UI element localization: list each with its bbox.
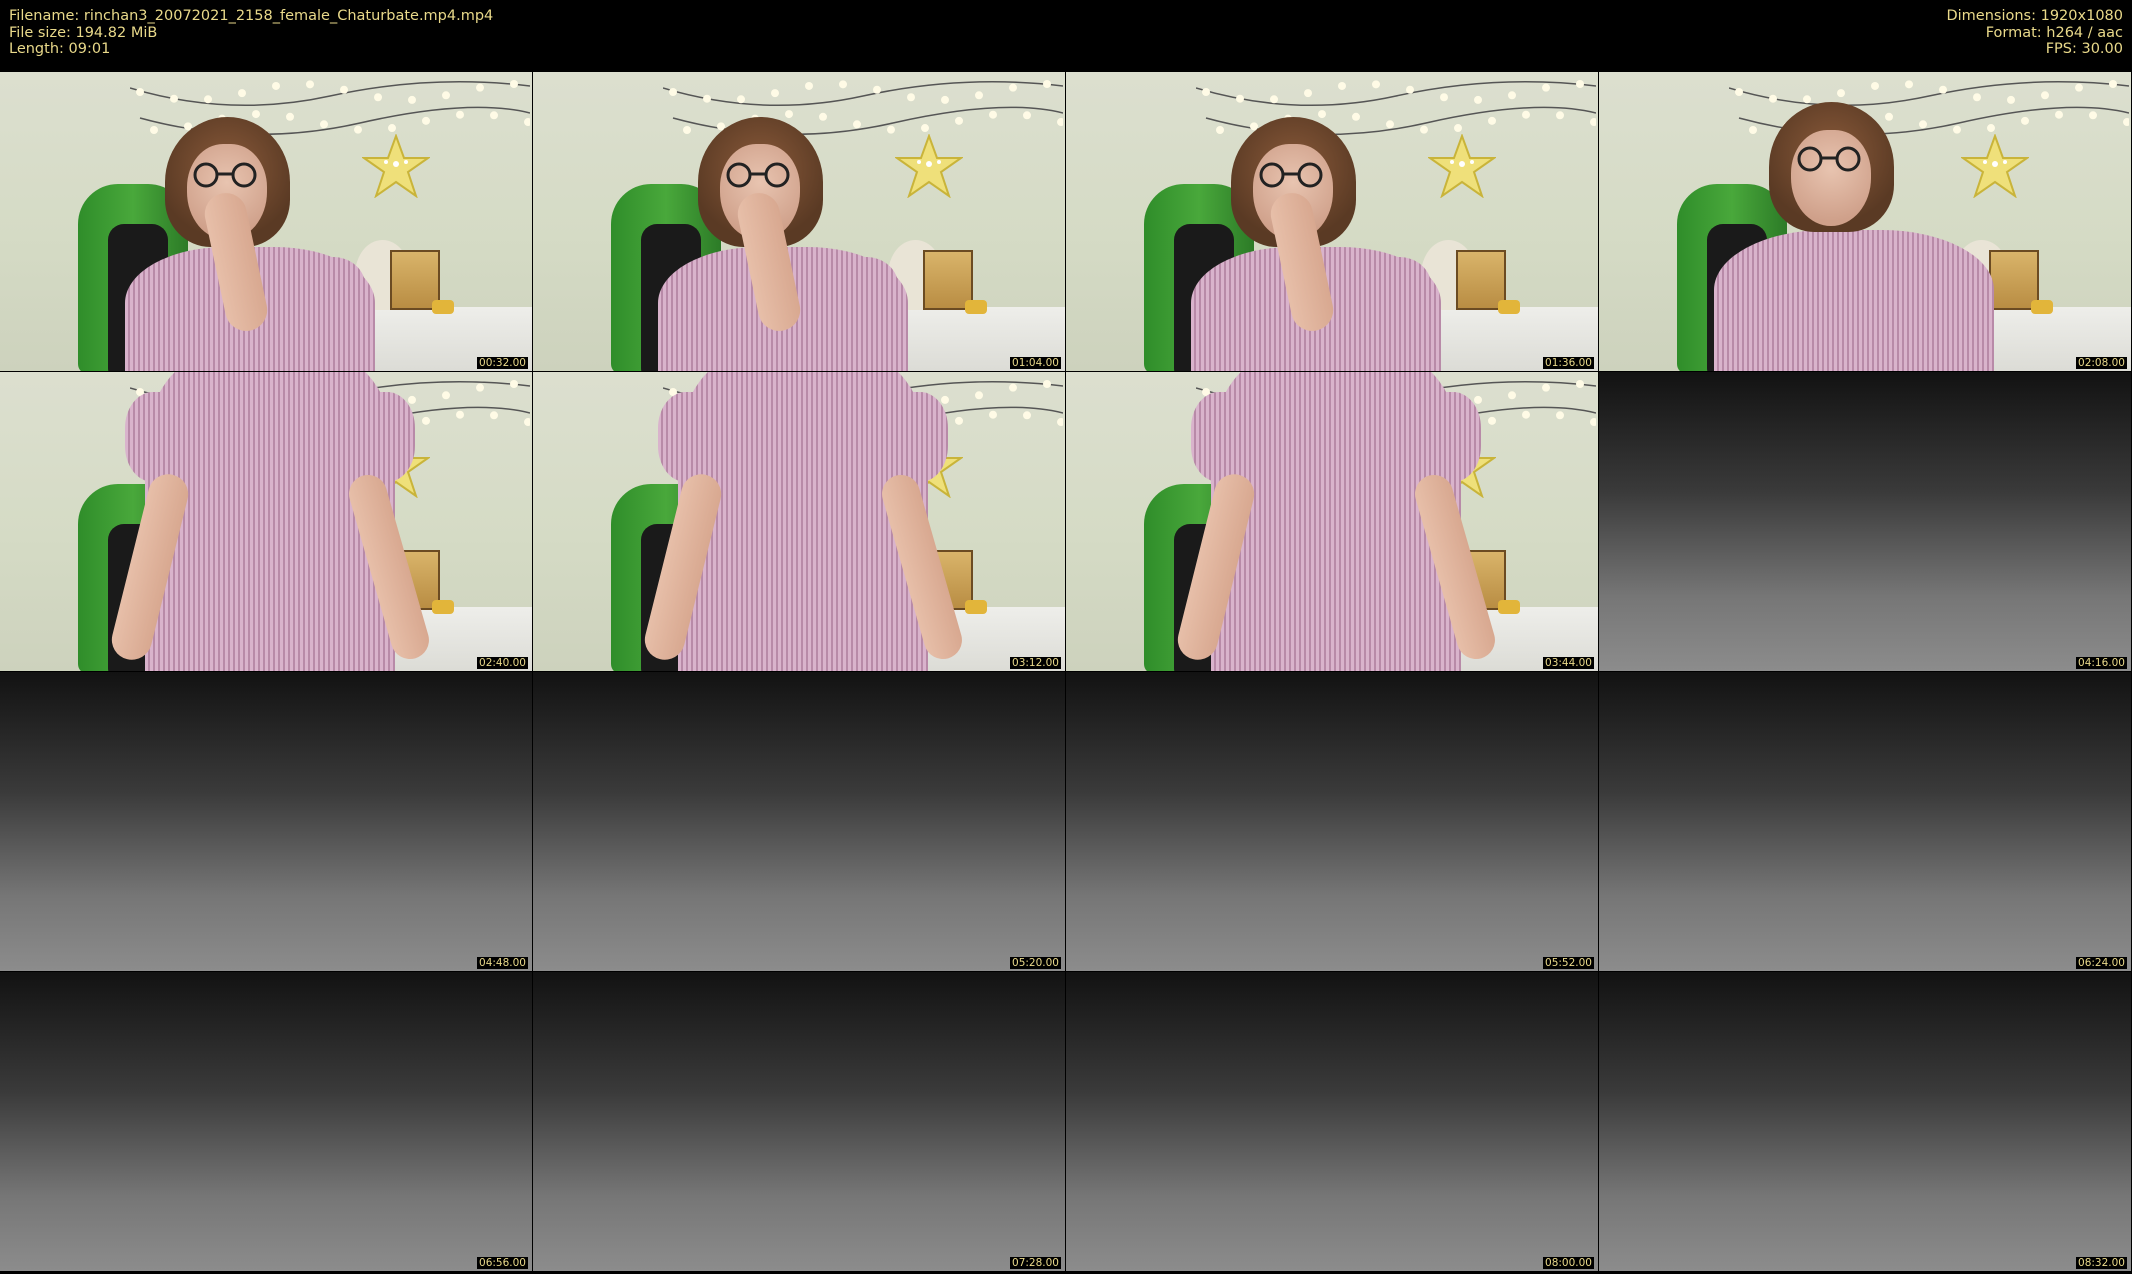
timestamp-label: 00:32.00	[477, 357, 528, 369]
tape-roll	[1498, 300, 1520, 314]
glasses-icon	[193, 162, 257, 188]
dress-sleeve	[125, 392, 195, 482]
dress-sleeve	[345, 392, 415, 482]
timestamp-label: 01:36.00	[1543, 357, 1594, 369]
timestamp-label: 03:12.00	[1010, 657, 1061, 669]
thumbnail-frame-8[interactable]: 04:16.00	[1599, 372, 2131, 671]
timestamp-label: 07:28.00	[1010, 1257, 1061, 1269]
filesize-text: File size: 194.82 MiB	[9, 24, 158, 41]
dress-sleeve	[878, 392, 948, 482]
dress-sleeve	[818, 257, 898, 327]
length-text: Length: 09:01	[9, 41, 111, 58]
tape-roll	[432, 600, 454, 614]
thumbnail-grid: 00:32.00 01:04.00 01:36.00 02:08.00 02:4…	[0, 72, 2132, 1272]
star-lamp-icon	[895, 134, 963, 198]
format-text: Format: h264 / aac	[1985, 24, 2123, 41]
tape-roll	[1498, 600, 1520, 614]
thumbnail-frame-16[interactable]: 08:32.00	[1599, 972, 2131, 1271]
thumbnail-frame-2[interactable]: 01:04.00	[533, 72, 1065, 371]
thumbnail-frame-10[interactable]: 05:20.00	[533, 672, 1065, 971]
tape-roll	[2031, 300, 2053, 314]
timestamp-label: 04:16.00	[2076, 657, 2127, 669]
glasses-icon	[726, 162, 790, 188]
file-info: Filename: rinchan3_20072021_2158_female_…	[9, 8, 493, 58]
timestamp-label: 06:56.00	[477, 1257, 528, 1269]
glasses-icon	[1259, 162, 1323, 188]
dress-sleeve	[1879, 240, 1969, 310]
thumbnail-frame-9[interactable]: 04:48.00	[0, 672, 532, 971]
timestamp-label: 05:52.00	[1543, 957, 1594, 969]
star-lamp-icon	[362, 134, 430, 198]
filename-text: Filename: rinchan3_20072021_2158_female_…	[9, 8, 494, 24]
dress-sleeve	[285, 257, 365, 327]
timestamp-label: 01:04.00	[1010, 357, 1061, 369]
thumbnail-frame-12[interactable]: 06:24.00	[1599, 672, 2131, 971]
tape-roll	[965, 300, 987, 314]
thumbnail-frame-6[interactable]: 03:12.00	[533, 372, 1065, 671]
person-face	[1791, 130, 1871, 226]
thumbnail-frame-7[interactable]: 03:44.00	[1066, 372, 1598, 671]
dimensions-text: Dimensions: 1920x1080	[1946, 8, 2123, 24]
dress-sleeve	[658, 392, 728, 482]
star-lamp-icon	[1428, 134, 1496, 198]
timestamp-label: 03:44.00	[1543, 657, 1594, 669]
timestamp-label: 06:24.00	[2076, 957, 2127, 969]
thumbnail-frame-3[interactable]: 01:36.00	[1066, 72, 1598, 371]
thumbnail-frame-11[interactable]: 05:52.00	[1066, 672, 1598, 971]
glasses-icon	[1797, 146, 1861, 172]
timestamp-label: 05:20.00	[1010, 957, 1061, 969]
thumbnail-frame-1[interactable]: 00:32.00	[0, 72, 532, 371]
dress-sleeve	[1351, 257, 1431, 327]
star-lamp-icon	[1961, 134, 2029, 198]
thumbnail-frame-15[interactable]: 08:00.00	[1066, 972, 1598, 1271]
timestamp-label: 08:00.00	[1543, 1257, 1594, 1269]
dress-sleeve	[1411, 392, 1481, 482]
video-info: Dimensions: 1920x1080 Format: h264 / aac…	[1946, 8, 2123, 58]
timestamp-label: 02:08.00	[2076, 357, 2127, 369]
thumbnail-frame-5[interactable]: 02:40.00	[0, 372, 532, 671]
thumbnail-frame-14[interactable]: 07:28.00	[533, 972, 1065, 1271]
tape-roll	[432, 300, 454, 314]
fps-text: FPS: 30.00	[2045, 41, 2123, 58]
thumbnail-frame-13[interactable]: 06:56.00	[0, 972, 532, 1271]
dress-sleeve	[1191, 392, 1261, 482]
metadata-header: Filename: rinchan3_20072021_2158_female_…	[0, 0, 2132, 72]
tape-roll	[965, 600, 987, 614]
timestamp-label: 04:48.00	[477, 957, 528, 969]
timestamp-label: 02:40.00	[477, 657, 528, 669]
thumbnail-frame-4[interactable]: 02:08.00	[1599, 72, 2131, 371]
timestamp-label: 08:32.00	[2076, 1257, 2127, 1269]
